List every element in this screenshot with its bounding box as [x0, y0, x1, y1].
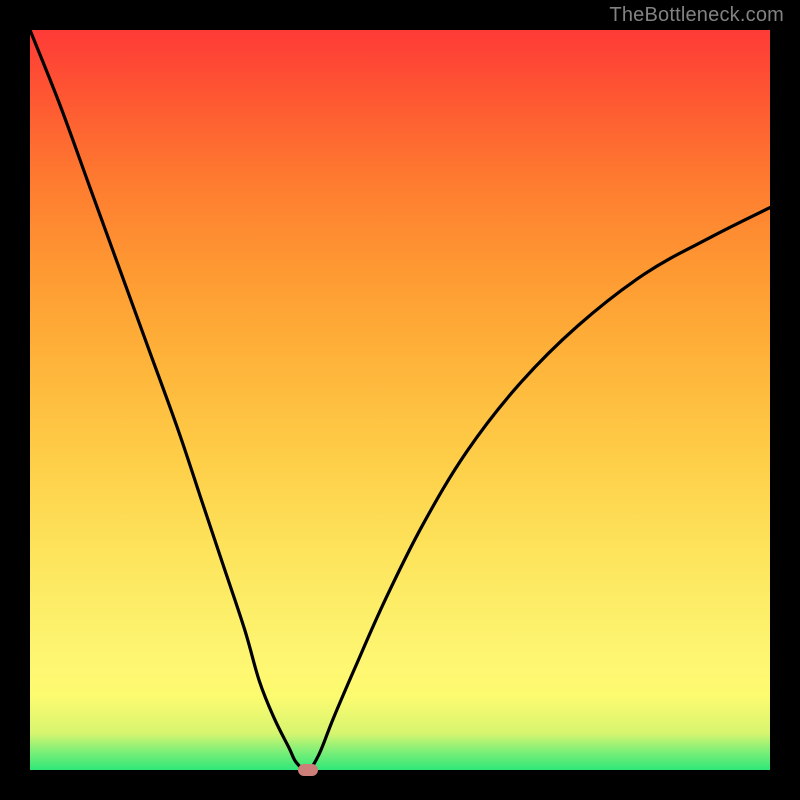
bottleneck-curve [30, 30, 770, 770]
chart-frame: TheBottleneck.com [0, 0, 800, 800]
plot-area [30, 30, 770, 770]
minimum-marker [298, 764, 318, 776]
curve-svg [30, 30, 770, 770]
watermark-text: TheBottleneck.com [609, 4, 784, 27]
